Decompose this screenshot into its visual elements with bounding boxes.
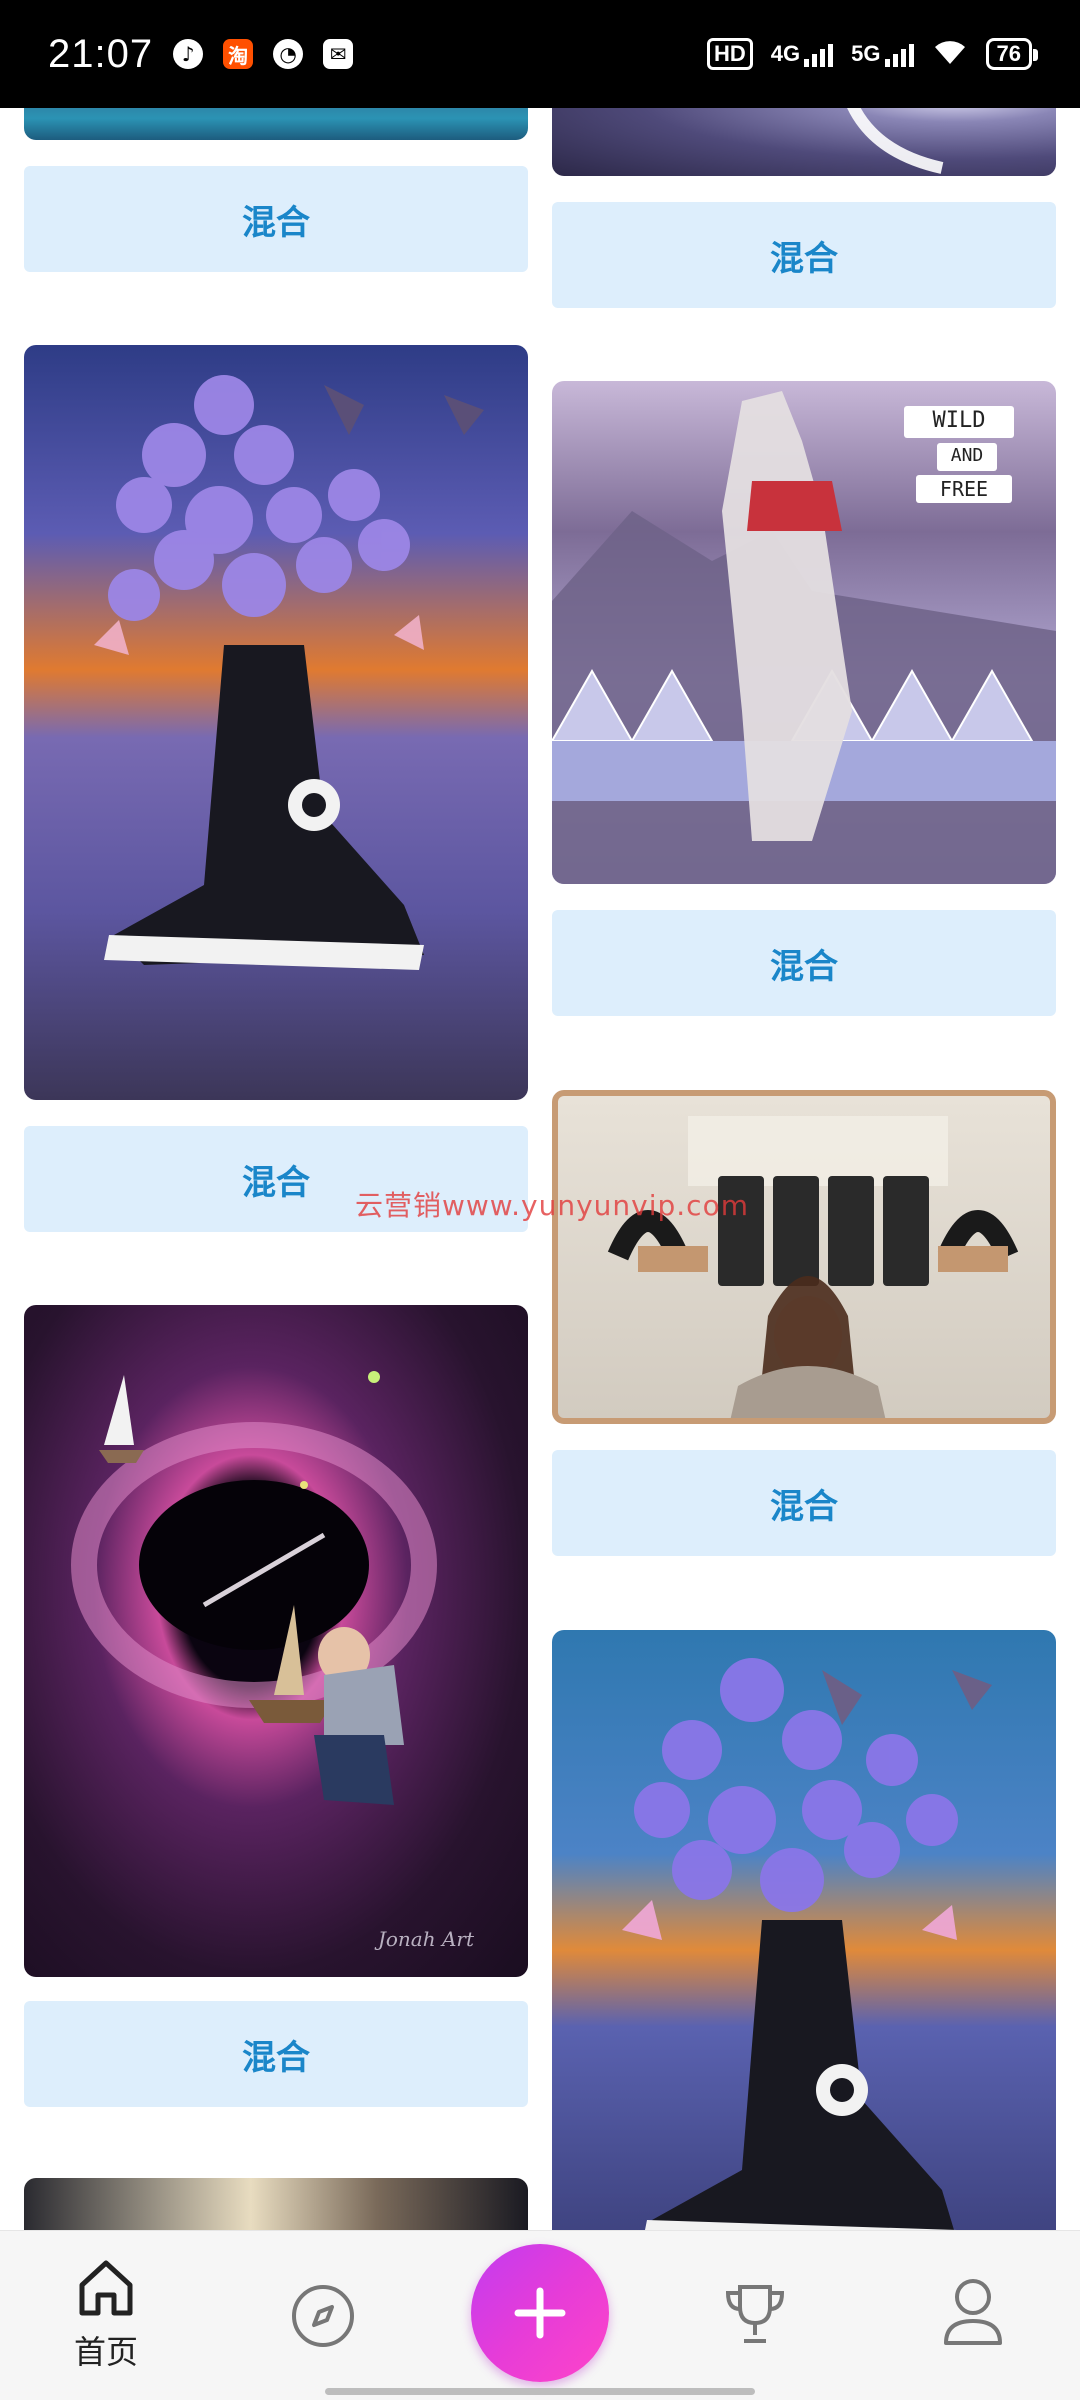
wild-text: WILD (932, 408, 986, 433)
app-screen: 21:07 ♪ 淘 ◔ ✉ HD 4G 5G 76 混合 混合 混合 WILD … (0, 0, 1080, 2400)
profile-icon (944, 2279, 1002, 2345)
plus-icon (514, 2287, 566, 2339)
signal-bars-icon (884, 43, 914, 67)
space-collage-art (71, 1371, 437, 1805)
card-image-telephones[interactable] (552, 1090, 1056, 1424)
card-image-partial[interactable] (24, 2178, 528, 2230)
hd-badge: HD (707, 38, 753, 70)
compass-icon (292, 2285, 354, 2347)
card-image-sneaker[interactable] (24, 345, 528, 1100)
blend-button[interactable]: 混合 (552, 1450, 1056, 1556)
wifi-icon (932, 38, 968, 71)
nav-trophy[interactable] (722, 2281, 788, 2347)
battery-icon: 76 (985, 38, 1039, 70)
create-button[interactable] (471, 2244, 609, 2382)
blend-button[interactable]: 混合 (24, 2001, 528, 2107)
nav-home-label: 首页 (73, 2333, 138, 2371)
signal-bars-icon (804, 43, 834, 67)
network-5g: 5G (851, 41, 914, 67)
network-5g-label: 5G (851, 41, 881, 66)
sneaker-blue-collage-art (622, 1658, 992, 2230)
music-icon: ♪ (173, 39, 204, 69)
message-icon: ✉ (323, 39, 354, 69)
card-image-wild-and-free[interactable]: WILD AND FREE (552, 381, 1056, 884)
card-image-ocean[interactable] (24, 108, 528, 140)
status-right: HD 4G 5G 76 (707, 38, 1039, 71)
blend-button[interactable]: 混合 (552, 202, 1056, 308)
sneaker-collage-art (94, 375, 484, 970)
blend-button[interactable]: 混合 (552, 910, 1056, 1016)
status-left: 21:07 ♪ 淘 ◔ ✉ (48, 31, 354, 77)
blend-button[interactable]: 混合 (24, 166, 528, 272)
speed-icon: ◔ (273, 39, 304, 69)
telephone-collage-art (607, 1116, 1019, 1418)
home-indicator[interactable] (325, 2388, 755, 2395)
nav-home[interactable]: 首页 (56, 2255, 156, 2373)
status-time: 21:07 (48, 31, 154, 76)
and-text: AND (950, 445, 984, 466)
card-image-sneaker-blue[interactable] (552, 1630, 1056, 2230)
card-image-black-hole[interactable]: Jonah Art (24, 1305, 528, 1977)
free-text: FREE (939, 477, 989, 501)
home-icon (79, 2260, 133, 2316)
taobao-icon: 淘 (223, 39, 254, 69)
image-feed[interactable]: 混合 混合 混合 WILD AND FREE 混合 混合 Jonah Art 混… (0, 108, 1080, 2230)
status-bar: 21:07 ♪ 淘 ◔ ✉ HD 4G 5G 76 (0, 0, 1080, 108)
watermark-text: 云营销www.yunyunvip.com (355, 1189, 749, 1222)
trophy-icon (725, 2285, 785, 2343)
nav-profile[interactable] (942, 2277, 1004, 2347)
network-4g-label: 4G (770, 41, 801, 66)
card-image-nebula[interactable] (552, 108, 1056, 176)
moon-arc-icon (847, 108, 944, 174)
artist-signature: Jonah Art (377, 1927, 474, 1951)
nav-discover[interactable] (290, 2283, 356, 2349)
network-4g: 4G (770, 41, 834, 67)
